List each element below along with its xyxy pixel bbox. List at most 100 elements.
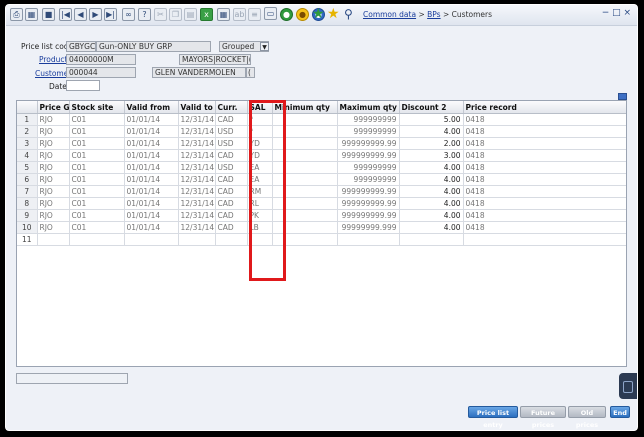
maximum-qty-cell[interactable]: 99999999.999 (337, 221, 400, 234)
valid-from-cell[interactable]: 01/01/14 (124, 125, 179, 138)
currency-cell[interactable]: USD (215, 161, 248, 174)
maximum-qty-cell[interactable]: 999999999 (337, 161, 400, 174)
date-field[interactable] (66, 80, 100, 91)
currency-cell[interactable]: USD (215, 137, 248, 150)
valid-from-cell[interactable]: 01/01/14 (124, 209, 179, 222)
table-row[interactable]: 1 RJO C01 01/01/14 12/31/14 CAD * 999999999 5.00… (17, 113, 626, 126)
price-record-cell[interactable]: 0418 (463, 209, 626, 222)
valid-from-cell[interactable]: 01/01/14 (124, 173, 179, 186)
grid-settings-icon[interactable] (618, 93, 627, 100)
row-number[interactable]: 9 (17, 209, 38, 222)
valid-from-cell[interactable] (124, 233, 179, 246)
discount-cell[interactable]: 4.00 (399, 173, 464, 186)
first-record-icon[interactable]: |◀ (59, 8, 72, 21)
row-number[interactable]: 2 (17, 125, 38, 138)
green-star-icon[interactable]: ★ (312, 6, 325, 22)
price-record-cell[interactable]: 0418 (463, 221, 626, 234)
stock-site-cell[interactable]: C01 (69, 137, 125, 150)
price-record-cell[interactable]: 0418 (463, 113, 626, 126)
valid-to-cell[interactable]: 12/31/14 (178, 161, 216, 174)
row-number[interactable]: 6 (17, 173, 38, 186)
previous-record-icon[interactable]: ◀ (74, 8, 87, 21)
table-row[interactable]: 9 RJO C01 01/01/14 12/31/14 CAD PK 999999999.99… (17, 209, 626, 222)
row-number[interactable]: 10 (17, 221, 38, 234)
column-header-currency[interactable]: Curr. (215, 101, 248, 114)
wrench-icon[interactable]: ⚲ (344, 7, 353, 21)
side-panel-handle[interactable] (619, 373, 637, 399)
column-header-stock-site[interactable]: Stock site (69, 101, 125, 114)
printer-icon[interactable]: ⎙ (10, 8, 23, 21)
discount-cell[interactable]: 2.00 (399, 137, 464, 150)
link-icon[interactable]: ∞ (122, 8, 135, 21)
price-record-cell[interactable]: 0418 (463, 137, 626, 150)
discount-cell[interactable]: 4.00 (399, 161, 464, 174)
breadcrumb-bps[interactable]: BPs (427, 10, 440, 19)
stock-site-cell[interactable]: C01 (69, 185, 125, 198)
row-number[interactable]: 1 (17, 113, 38, 126)
row-number[interactable]: 5 (17, 161, 38, 174)
green-circle-icon[interactable]: ● (280, 8, 293, 21)
price-list-entry-button[interactable]: Price list entry (468, 406, 518, 429)
discount-cell[interactable]: 3.00 (399, 149, 464, 162)
yellow-star-icon[interactable]: ★ (327, 6, 340, 22)
price-group-cell[interactable]: RJO (37, 149, 70, 162)
price-record-cell[interactable]: 0418 (463, 173, 626, 186)
price-group-cell[interactable]: RJO (37, 125, 70, 138)
calendar-icon[interactable]: ▦ (217, 8, 230, 21)
column-header-price-record[interactable]: Price record (463, 101, 626, 114)
table-row[interactable]: 6 RJO C01 01/01/14 12/31/14 CAD EA 999999999 4.0… (17, 173, 626, 186)
table-row[interactable]: 4 RJO C01 01/01/14 12/31/14 CAD YD 999999999.99… (17, 149, 626, 162)
discount-cell[interactable]: 4.00 (399, 197, 464, 210)
document-icon[interactable]: ▭ (264, 7, 277, 20)
discount-cell[interactable]: 4.00 (399, 185, 464, 198)
maximum-qty-cell[interactable]: 999999999 (337, 125, 400, 138)
table-row[interactable]: 11 (17, 233, 626, 246)
valid-to-cell[interactable]: 12/31/14 (178, 197, 216, 210)
currency-cell[interactable]: CAD (215, 209, 248, 222)
maximum-qty-cell[interactable] (337, 233, 400, 246)
discount-cell[interactable]: 4.00 (399, 125, 464, 138)
valid-to-cell[interactable]: 12/31/14 (178, 125, 216, 138)
stock-site-cell[interactable]: C01 (69, 113, 125, 126)
valid-from-cell[interactable]: 01/01/14 (124, 197, 179, 210)
maximum-qty-cell[interactable]: 999999999.99 (337, 137, 400, 150)
row-number[interactable]: 11 (17, 233, 38, 246)
valid-to-cell[interactable]: 12/31/14 (178, 173, 216, 186)
currency-cell[interactable]: CAD (215, 173, 248, 186)
table-row[interactable]: 10 RJO C01 01/01/14 12/31/14 CAD LB 99999999.99… (17, 221, 626, 234)
discount-cell[interactable] (399, 233, 464, 246)
stock-site-cell[interactable] (69, 233, 125, 246)
column-header-discount-2[interactable]: Discount 2 (399, 101, 464, 114)
paste-icon[interactable]: ▤ (184, 8, 197, 21)
table-row[interactable]: 8 RJO C01 01/01/14 12/31/14 CAD RL 999999999.99… (17, 197, 626, 210)
excel-export-icon[interactable]: x (200, 8, 213, 21)
product-label[interactable]: Product (39, 55, 67, 64)
stock-site-cell[interactable]: C01 (69, 209, 125, 222)
column-header-valid-from[interactable]: Valid from (124, 101, 179, 114)
discount-cell[interactable]: 5.00 (399, 113, 464, 126)
maximum-qty-cell[interactable]: 999999999.99 (337, 185, 400, 198)
valid-to-cell[interactable] (178, 233, 216, 246)
price-group-cell[interactable] (37, 233, 70, 246)
price-group-cell[interactable]: RJO (37, 209, 70, 222)
currency-cell[interactable]: USD (215, 125, 248, 138)
valid-from-cell[interactable]: 01/01/14 (124, 221, 179, 234)
customer-code-field[interactable]: 000044 (66, 67, 136, 78)
valid-from-cell[interactable]: 01/01/14 (124, 185, 179, 198)
price-record-cell[interactable]: 0418 (463, 185, 626, 198)
price-group-cell[interactable]: RJO (37, 221, 70, 234)
price-group-cell[interactable]: RJO (37, 137, 70, 150)
maximum-qty-cell[interactable]: 999999999 (337, 113, 400, 126)
discount-cell[interactable]: 4.00 (399, 209, 464, 222)
ab-text-icon[interactable]: ab (233, 8, 246, 21)
valid-to-cell[interactable]: 12/31/14 (178, 137, 216, 150)
valid-from-cell[interactable]: 01/01/14 (124, 113, 179, 126)
price-record-cell[interactable]: 0418 (463, 149, 626, 162)
column-header-valid-to[interactable]: Valid to (178, 101, 216, 114)
row-number[interactable]: 7 (17, 185, 38, 198)
stock-site-cell[interactable]: C01 (69, 125, 125, 138)
row-number[interactable]: 8 (17, 197, 38, 210)
valid-to-cell[interactable]: 12/31/14 (178, 221, 216, 234)
currency-cell[interactable]: CAD (215, 185, 248, 198)
maximum-qty-cell[interactable]: 999999999.99 (337, 149, 400, 162)
